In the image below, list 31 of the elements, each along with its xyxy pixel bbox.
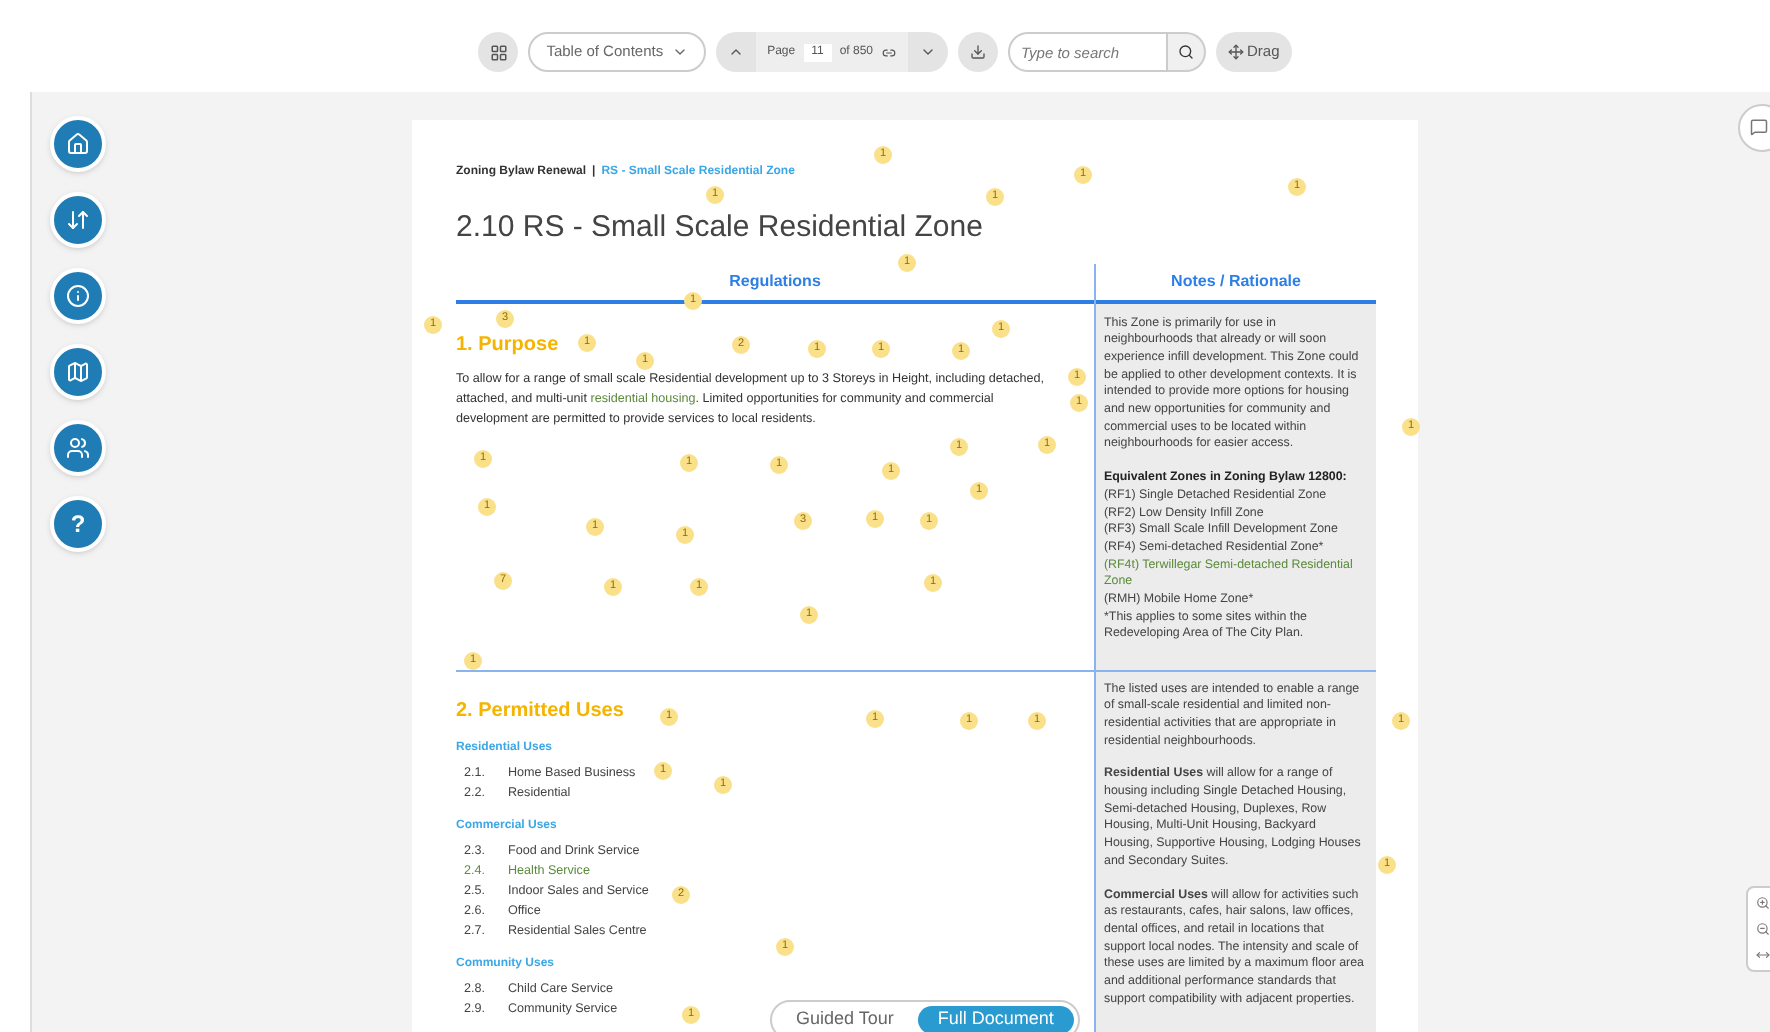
view-toggle-option[interactable]: Full Document [917, 1006, 1074, 1032]
home-button[interactable] [50, 116, 106, 172]
info-icon [66, 284, 90, 308]
grid-icon [489, 43, 508, 61]
download-button[interactable] [957, 32, 998, 72]
map-button[interactable] [50, 344, 106, 400]
zoom-in-icon [1755, 896, 1769, 910]
search-button[interactable] [1167, 32, 1206, 72]
chevron-down-icon [671, 44, 688, 60]
view-toggle-option[interactable]: Guided Tour [776, 1006, 914, 1032]
move-icon [1227, 44, 1244, 60]
fit-width-icon [1755, 948, 1769, 962]
page-title: 2.10 RS - Small Scale Residential Zone [456, 208, 983, 248]
section-heading: 2. Permitted Uses [456, 697, 624, 725]
section-heading: 1. Purpose [456, 331, 559, 359]
home-icon [66, 132, 90, 156]
link-icon [881, 45, 896, 59]
chevron-up-icon [727, 44, 744, 60]
comment-icon [1750, 118, 1768, 136]
zoom-out-icon [1755, 922, 1769, 936]
chevron-down-icon [919, 44, 936, 60]
people-icon [66, 436, 90, 460]
map-icon [66, 360, 90, 384]
people-button[interactable] [50, 420, 106, 476]
info-button[interactable] [50, 268, 106, 324]
download-icon [969, 44, 986, 60]
help-button[interactable]: ? [50, 496, 106, 552]
sort-icon [66, 208, 90, 232]
grid-view-button[interactable] [478, 32, 519, 72]
sort-button[interactable] [50, 192, 106, 248]
search-icon [1177, 44, 1194, 60]
